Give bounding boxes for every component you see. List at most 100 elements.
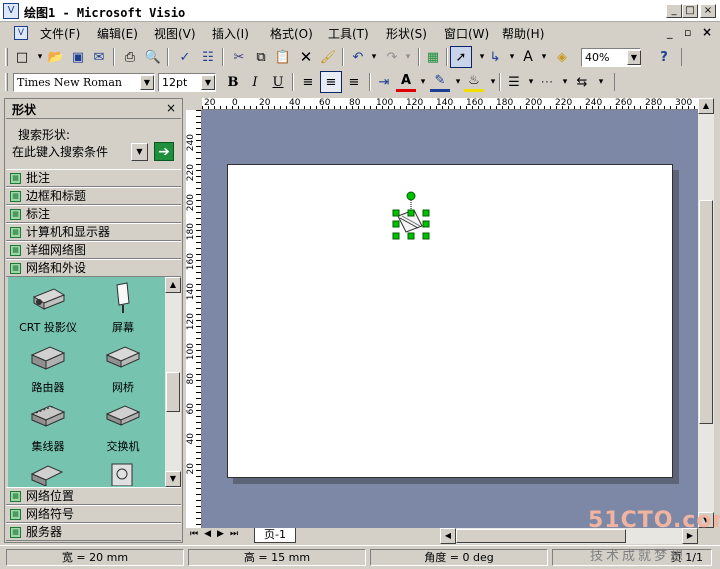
stencil-annotations[interactable]: ▦ 批注 (6, 169, 181, 187)
menu-window[interactable]: 窗口(W) (444, 25, 489, 42)
pointer-tool-icon[interactable]: ➚ (450, 46, 472, 68)
menu-file[interactable]: 文件(F) (40, 25, 80, 42)
font-size-dropdown-arrow[interactable]: ▼ (201, 75, 215, 90)
shapes-window-icon[interactable]: ▦ (423, 47, 443, 67)
scroll-up-button[interactable]: ▲ (698, 98, 714, 114)
research-icon[interactable]: ☷ (198, 47, 218, 67)
horizontal-ruler[interactable]: 20 0 20 40 60 80 100 120 140 160 180 200… (202, 98, 698, 110)
selection-handle[interactable] (422, 232, 430, 240)
stencil-computers-monitors[interactable]: ▦ 计算机和显示器 (6, 223, 181, 241)
shape-bridge[interactable]: 网桥 (88, 341, 158, 397)
copy-icon[interactable]: ⧉ (251, 47, 271, 67)
menu-help[interactable]: 帮助(H) (502, 25, 544, 42)
delete-icon[interactable]: ✕ (296, 47, 316, 67)
doc-minimize-button[interactable]: _ (667, 26, 673, 39)
indent-icon[interactable]: ⇥ (374, 72, 394, 92)
menu-tools[interactable]: 工具(T) (328, 25, 369, 42)
vertical-scroll-thumb[interactable] (699, 200, 713, 424)
shape-partial-phone[interactable] (104, 460, 140, 486)
menu-edit[interactable]: 编辑(E) (97, 25, 138, 42)
open-folder-icon[interactable]: 📂 (46, 47, 66, 67)
shape-screen[interactable]: 屏幕 (88, 281, 158, 337)
close-panel-button[interactable]: × (166, 101, 176, 115)
save-icon[interactable]: ▣ (68, 47, 88, 67)
line-pattern-icon[interactable]: ⋯ (537, 72, 557, 92)
toolbar-overflow[interactable] (679, 48, 682, 66)
stencil-network-peripherals[interactable]: ▦ 网络和外设 (6, 259, 181, 277)
document-icon[interactable]: V (14, 26, 28, 40)
format-painter-icon[interactable]: 🖌 (318, 47, 338, 67)
help-icon[interactable]: ? (654, 47, 674, 67)
underline-icon[interactable]: U (268, 72, 288, 92)
align-left-icon[interactable]: ≡ (298, 72, 318, 92)
shape-partial-device[interactable] (30, 462, 66, 486)
cut-icon[interactable]: ✂ (229, 47, 249, 67)
new-document-icon[interactable]: □ (12, 47, 32, 67)
doc-close-button[interactable]: × (702, 25, 712, 39)
stencil-servers[interactable]: ▦ 服务器 (6, 523, 181, 541)
fill-color-icon[interactable]: ♨ (464, 72, 484, 92)
selection-handle[interactable] (407, 232, 415, 240)
selection-handle[interactable] (392, 232, 400, 240)
align-center-icon[interactable]: ≡ (320, 71, 342, 93)
minimize-button[interactable]: _ (666, 4, 682, 18)
drawing-page[interactable] (227, 164, 673, 478)
shape-router[interactable]: 路由器 (13, 341, 83, 397)
align-right-icon[interactable]: ≡ (344, 72, 364, 92)
stencil-network-symbols[interactable]: ▦ 网络符号 (6, 505, 181, 523)
shape-switch[interactable]: 交换机 (88, 400, 158, 456)
selected-shape[interactable] (388, 188, 434, 244)
menu-shape[interactable]: 形状(S) (386, 25, 427, 42)
shape-crt-projector[interactable]: CRT 投影仪 (13, 281, 83, 337)
vertical-ruler[interactable]: 240 220 200 180 160 140 120 100 80 60 40… (186, 110, 202, 528)
stencil-detailed-network[interactable]: ▦ 详细网络图 (6, 241, 181, 259)
font-combo[interactable]: Times New Roman (13, 73, 155, 92)
ruler-corner[interactable] (186, 98, 202, 110)
stencil-callouts[interactable]: ▦ 标注 (6, 205, 181, 223)
print-preview-icon[interactable]: 🔍 (143, 47, 163, 67)
stamp-tool-icon[interactable]: ◈ (552, 47, 572, 67)
page-navigation-icons[interactable]: ⏮◀▶⏭ (190, 529, 244, 539)
close-window-button[interactable]: × (700, 4, 716, 18)
search-dropdown-arrow[interactable]: ▼ (131, 143, 148, 161)
search-input[interactable]: 在此键入搜索条件 (12, 143, 129, 161)
spelling-icon[interactable]: ✓ (175, 47, 195, 67)
italic-icon[interactable]: I (245, 72, 265, 92)
redo-dropdown-icon[interactable]: ▾ (398, 47, 418, 67)
stencil-scroll-down[interactable]: ▼ (165, 471, 181, 487)
selection-handle[interactable] (392, 220, 400, 228)
menu-format[interactable]: 格式(O) (270, 25, 313, 42)
undo-dropdown-icon[interactable]: ▾ (364, 47, 384, 67)
visio-app-icon[interactable]: V (3, 3, 19, 19)
stencil-scroll-thumb[interactable] (166, 372, 180, 412)
toolbar-grip[interactable] (5, 48, 8, 66)
selection-handle[interactable] (422, 209, 430, 217)
line-color-icon[interactable]: ✎ (430, 72, 450, 92)
stencil-borders-titles[interactable]: ▦ 边框和标题 (6, 187, 181, 205)
line-ends-icon[interactable]: ⇆ (572, 72, 592, 92)
menu-insert[interactable]: 插入(I) (212, 25, 249, 42)
selection-handle[interactable] (407, 209, 415, 217)
maximize-button[interactable]: □ (682, 4, 698, 18)
rotation-handle[interactable] (406, 191, 416, 201)
stencil-network-locations[interactable]: ▦ 网络位置 (6, 487, 181, 505)
line-ends-dropdown-icon[interactable]: ▾ (591, 72, 611, 92)
scroll-left-button[interactable]: ◀ (440, 528, 456, 544)
doc-restore-button[interactable]: ▫ (684, 26, 691, 39)
menu-view[interactable]: 视图(V) (154, 25, 196, 42)
mail-icon[interactable]: ✉ (89, 47, 109, 67)
page-tab[interactable]: 页-1 (254, 528, 296, 543)
toolbar-grip[interactable] (5, 73, 8, 91)
bold-icon[interactable]: B (223, 72, 243, 92)
paste-icon[interactable]: 📋 (273, 47, 293, 67)
stencil-scroll-up[interactable]: ▲ (165, 277, 181, 293)
text-dropdown-icon[interactable]: ▾ (534, 47, 554, 67)
shape-hub[interactable]: 集线器 (13, 400, 83, 456)
selection-handle[interactable] (392, 209, 400, 217)
print-icon[interactable]: ⎙ (120, 47, 140, 67)
selection-handle[interactable] (422, 220, 430, 228)
font-dropdown-arrow[interactable]: ▼ (140, 75, 154, 90)
search-go-button[interactable]: ➔ (154, 142, 174, 161)
toolbar-overflow[interactable] (612, 73, 615, 91)
zoom-dropdown-arrow[interactable]: ▼ (627, 50, 641, 65)
